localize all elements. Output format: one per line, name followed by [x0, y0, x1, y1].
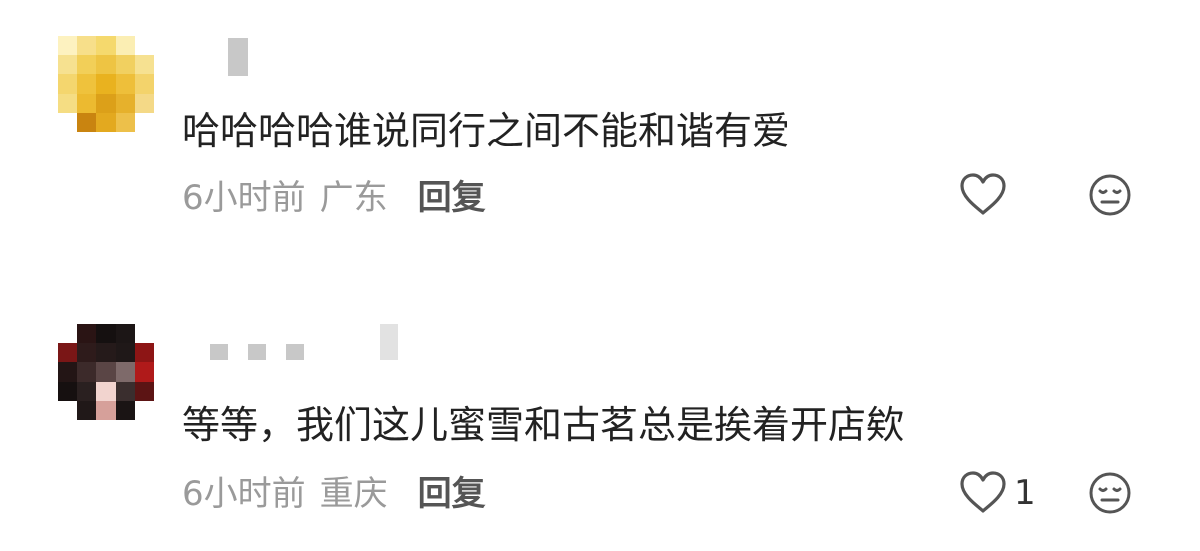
avatar-pixel	[77, 93, 97, 113]
avatar-pixel	[96, 55, 116, 75]
comment-location: 重庆	[319, 474, 388, 514]
avatar-pixel	[58, 74, 78, 94]
avatar-pixel	[115, 74, 135, 94]
avatar[interactable]	[58, 324, 154, 420]
avatar-pixel	[96, 74, 116, 94]
comment-time: 6小时前	[182, 474, 306, 514]
avatar[interactable]	[58, 36, 154, 132]
avatar-pixel	[96, 36, 116, 56]
avatar-pixel	[58, 400, 78, 420]
comment-text: 哈哈哈哈谁说同行之间不能和谐有爱	[182, 109, 791, 153]
avatar-pixel	[77, 112, 97, 132]
like-button[interactable]: 1	[958, 468, 1036, 518]
dislike-button[interactable]	[1088, 173, 1132, 217]
avatar-pixel	[77, 324, 97, 344]
avatar-pixel	[115, 381, 135, 401]
avatar-pixel	[115, 55, 135, 75]
avatar-pixel	[134, 93, 154, 113]
avatar-pixel	[77, 400, 97, 420]
avatar-pixel	[115, 36, 135, 56]
avatar-pixel	[134, 381, 154, 401]
avatar-pixel	[77, 381, 97, 401]
avatar-pixel	[134, 74, 154, 94]
comment-item: 哈哈哈哈谁说同行之间不能和谐有爱 6小时前 广东 回复	[0, 0, 1200, 260]
avatar-pixel	[96, 362, 116, 382]
avatar-pixel	[77, 343, 97, 363]
avatar-pixel	[58, 343, 78, 363]
comment-location: 广东	[319, 178, 388, 218]
reply-button[interactable]: 回复	[418, 170, 486, 219]
comment-meta: 6小时前 重庆 回复	[182, 466, 486, 515]
avatar-pixel	[58, 93, 78, 113]
avatar-pixel	[58, 112, 78, 132]
avatar-pixel	[58, 324, 78, 344]
avatar-pixel	[58, 362, 78, 382]
avatar-pixel	[96, 343, 116, 363]
avatar-pixel	[115, 400, 135, 420]
like-button[interactable]	[958, 170, 1014, 220]
avatar-pixel	[134, 343, 154, 363]
like-count: 1	[1014, 473, 1036, 513]
comment-item: 等等，我们这儿蜜雪和古茗总是挨着开店欸 6小时前 重庆 回复 1	[0, 290, 1200, 551]
avatar-pixel	[77, 55, 97, 75]
avatar-pixel	[96, 400, 116, 420]
avatar-pixel	[77, 362, 97, 382]
avatar-pixel	[96, 112, 116, 132]
avatar-pixel	[58, 55, 78, 75]
heart-outline-icon	[960, 471, 1006, 513]
dislike-button[interactable]	[1088, 471, 1132, 515]
avatar-pixel	[115, 324, 135, 344]
avatar-pixel	[96, 324, 116, 344]
avatar-pixel	[96, 93, 116, 113]
avatar-pixel	[134, 36, 154, 56]
avatar-pixel	[115, 362, 135, 382]
comment-meta: 6小时前 广东 回复	[182, 170, 486, 219]
reply-button[interactable]: 回复	[418, 466, 486, 515]
avatar-pixel	[115, 93, 135, 113]
avatar-pixel	[134, 55, 154, 75]
avatar-pixel	[77, 36, 97, 56]
avatar-pixel	[115, 343, 135, 363]
comment-text: 等等，我们这儿蜜雪和古茗总是挨着开店欸	[182, 403, 905, 447]
heart-outline-icon	[960, 173, 1006, 215]
avatar-pixel	[58, 36, 78, 56]
avatar-pixel	[115, 112, 135, 132]
avatar-pixel	[96, 381, 116, 401]
avatar-pixel	[134, 324, 154, 344]
avatar-pixel	[77, 74, 97, 94]
meh-face-icon	[1089, 472, 1131, 514]
avatar-pixel	[58, 381, 78, 401]
avatar-pixel	[134, 400, 154, 420]
avatar-pixel	[134, 112, 154, 132]
comment-time: 6小时前	[182, 178, 306, 218]
avatar-pixel	[134, 362, 154, 382]
meh-face-icon	[1089, 174, 1131, 216]
